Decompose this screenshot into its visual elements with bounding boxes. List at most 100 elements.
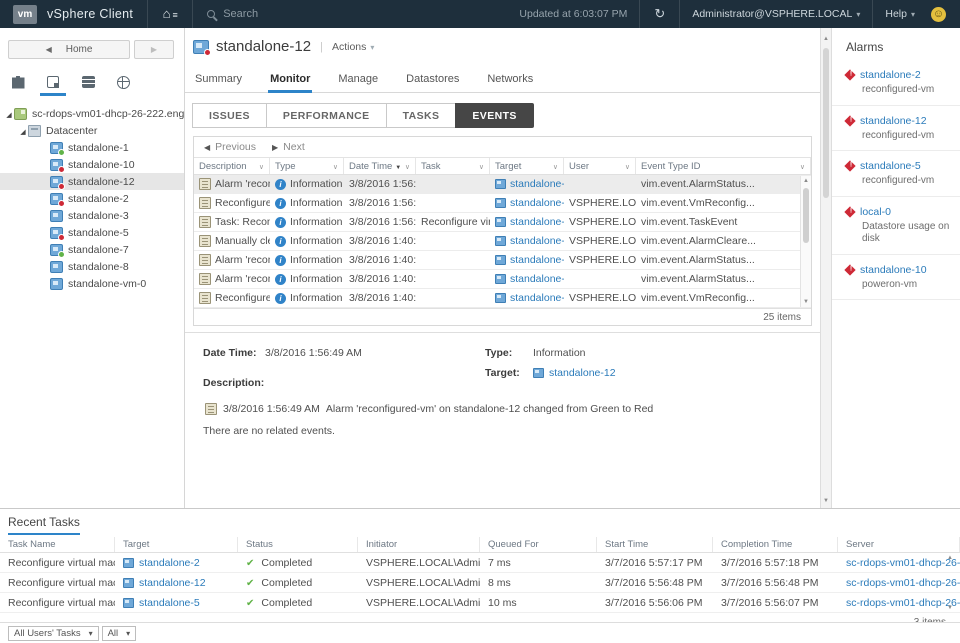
alarm-item[interactable]: local-0 Datastore usage on disk [832,197,960,255]
target-link[interactable]: standalone-12 [510,216,564,228]
actions-menu[interactable]: Actions [332,41,374,53]
feedback-smiley-icon[interactable] [931,7,946,22]
storage-view-icon[interactable] [78,73,98,91]
column-filter-chevron-icon[interactable] [330,161,338,172]
alarm-object-link[interactable]: standalone-10 [860,264,927,276]
tab[interactable]: Manage [336,67,380,92]
target-link[interactable]: standalone-12 [139,577,206,589]
events-scrollbar[interactable] [800,176,811,307]
home-menu-button[interactable] [148,0,192,28]
tree-item[interactable]: standalone-vm-0 [0,275,184,292]
column-filter-chevron-icon[interactable] [256,161,264,172]
alarm-object-link[interactable]: standalone-2 [860,69,921,81]
tab[interactable]: Datastores [404,67,461,92]
search-input[interactable] [223,8,373,20]
target-link[interactable]: standalone-12 [510,178,564,190]
event-row[interactable]: Alarm 'reconfigur... Information 3/8/201… [194,175,811,194]
column-header[interactable]: User [564,158,636,174]
column-header[interactable]: Initiator [358,537,480,552]
networking-view-icon[interactable] [113,73,133,91]
alarm-item[interactable]: standalone-2 reconfigured-vm [832,60,960,106]
scrollbar-thumb[interactable] [803,188,809,243]
forward-button[interactable] [134,40,174,59]
target-link[interactable]: standalone-12 [510,197,564,209]
column-header[interactable]: Task Name [0,537,115,552]
target-link[interactable]: standalone-12 [510,292,564,304]
column-header[interactable]: Queued For [480,537,597,552]
column-header[interactable]: Start Time [597,537,713,552]
tree-item[interactable]: standalone-7 [0,241,184,258]
scroll-up-icon[interactable] [947,555,953,561]
column-header[interactable]: Task [416,158,490,174]
subtab-button[interactable]: ISSUES [192,103,267,128]
server-link[interactable]: sc-rdops-vm01-dhcp-26-222.eng... [846,597,960,609]
refresh-icon[interactable] [640,6,679,22]
column-header[interactable]: Description [194,158,270,174]
scroll-up-icon[interactable] [801,178,811,184]
target-link[interactable]: standalone-5 [139,597,200,609]
column-header[interactable]: Completion Time [713,537,838,552]
column-header[interactable]: Status [238,537,358,552]
target-link[interactable]: standalone-12 [510,235,564,247]
column-filter-chevron-icon[interactable] [797,161,805,172]
subtab-button[interactable]: TASKS [386,103,457,128]
alarm-item[interactable]: standalone-5 reconfigured-vm [832,151,960,197]
event-row[interactable]: Reconfigured virt... Information 3/8/201… [194,289,811,308]
column-header[interactable]: Target [115,537,238,552]
tasks-type-select[interactable]: All [102,626,137,641]
tree-item[interactable]: standalone-8 [0,258,184,275]
column-header[interactable]: Target [490,158,564,174]
column-filter-chevron-icon[interactable] [402,161,410,172]
tree-item[interactable]: standalone-12 [0,173,184,190]
column-filter-chevron-icon[interactable] [476,161,484,172]
alarm-object-link[interactable]: standalone-5 [860,160,921,172]
target-link[interactable]: standalone-12 [510,254,564,266]
hosts-clusters-view-icon[interactable] [8,73,28,91]
scroll-up-icon[interactable] [821,36,831,42]
tree-item[interactable]: standalone-5 [0,224,184,241]
tab[interactable]: Summary [193,67,244,92]
server-link[interactable]: sc-rdops-vm01-dhcp-26-222.eng... [846,577,960,589]
next-button[interactable]: Next [272,141,305,153]
expand-arrow-icon[interactable] [4,108,14,120]
alarm-object-link[interactable]: standalone-12 [860,115,927,127]
column-header[interactable]: Type [270,158,344,174]
tab[interactable]: Monitor [268,67,312,92]
target-link[interactable]: standalone-2 [139,557,200,569]
task-row[interactable]: Reconfigure virtual machine standalone-1… [0,573,960,593]
tab[interactable]: Networks [485,67,535,92]
tree-item[interactable]: sc-rdops-vm01-dhcp-26-222.eng.vmware.c..… [0,105,184,122]
tree-item[interactable]: Datacenter [0,122,184,139]
scrollbar-thumb[interactable] [823,48,829,198]
column-header[interactable]: Event Type ID [636,158,811,174]
help-menu[interactable]: Help [873,8,927,20]
column-header[interactable]: Server [838,537,960,552]
user-menu[interactable]: Administrator@VSPHERE.LOCAL [680,8,872,20]
column-filter-chevron-icon[interactable] [550,161,558,172]
recent-tasks-scrollbar[interactable] [947,555,957,611]
tasks-scope-select[interactable]: All Users' Tasks [8,626,99,641]
target-link[interactable]: standalone-12 [549,367,616,379]
event-row[interactable]: Reconfigured virt... Information 3/8/201… [194,194,811,213]
server-link[interactable]: sc-rdops-vm01-dhcp-26-222.eng... [846,557,960,569]
task-row[interactable]: Reconfigure virtual machine standalone-2… [0,553,960,573]
tree-item[interactable]: standalone-3 [0,207,184,224]
expand-arrow-icon[interactable] [18,125,28,137]
subtab-button[interactable]: PERFORMANCE [266,103,387,128]
column-header[interactable]: Date Time [344,158,416,174]
vms-templates-view-icon[interactable] [43,73,63,91]
scroll-down-icon[interactable] [821,498,831,504]
tree-item[interactable]: standalone-10 [0,156,184,173]
scroll-down-icon[interactable] [947,605,953,611]
page-scrollbar[interactable] [820,28,832,508]
column-filter-chevron-icon[interactable] [622,161,630,172]
alarm-object-link[interactable]: local-0 [860,206,891,218]
alarm-item[interactable]: standalone-12 reconfigured-vm [832,106,960,152]
tree-item[interactable]: standalone-1 [0,139,184,156]
event-row[interactable]: Manually cleared ... Information 3/8/201… [194,232,811,251]
back-home-button[interactable]: Home [8,40,130,59]
event-row[interactable]: Alarm 'reconfigur... Information 3/8/201… [194,270,811,289]
task-row[interactable]: Reconfigure virtual machine standalone-5… [0,593,960,613]
previous-button[interactable]: Previous [204,141,256,153]
alarm-item[interactable]: standalone-10 poweron-vm [832,255,960,301]
